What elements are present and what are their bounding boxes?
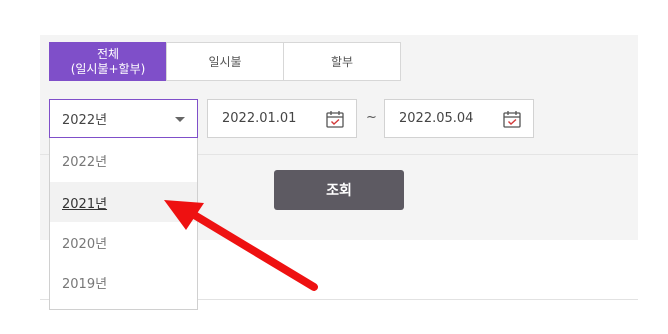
tab-all[interactable]: 전체 (일시불+할부) <box>49 42 167 81</box>
year-option-2019[interactable]: 2019년 <box>50 262 197 302</box>
tab-lump-sum[interactable]: 일시불 <box>166 42 284 81</box>
year-option-2022[interactable]: 2022년 <box>50 138 197 182</box>
date-to-field[interactable]: 2022.05.04 <box>384 99 534 138</box>
tab-installment[interactable]: 할부 <box>283 42 401 81</box>
year-option-label: 2021년 <box>62 196 108 212</box>
year-select-value: 2022년 <box>62 113 108 128</box>
calendar-icon[interactable] <box>502 109 522 129</box>
date-to-value: 2022.05.04 <box>399 111 474 126</box>
year-option-label: 2019년 <box>62 276 108 292</box>
year-option-label: 2022년 <box>62 154 108 170</box>
tab-all-label: 전체 (일시불+할부) <box>70 46 146 76</box>
date-from-field[interactable]: 2022.01.01 <box>207 99 357 138</box>
year-option-2020[interactable]: 2020년 <box>50 222 197 262</box>
year-dropdown-list: 2022년 2021년 2020년 2019년 <box>49 138 198 310</box>
calendar-icon[interactable] <box>325 109 345 129</box>
tab-installment-label: 할부 <box>330 55 354 69</box>
year-option-2021[interactable]: 2021년 <box>50 182 197 222</box>
payment-type-tabs: 전체 (일시불+할부) 일시불 할부 <box>49 42 401 81</box>
year-select[interactable]: 2022년 <box>49 99 198 138</box>
tab-lump-sum-label: 일시불 <box>208 55 242 69</box>
search-button-label: 조회 <box>326 183 352 199</box>
chevron-down-icon <box>175 117 185 122</box>
search-button[interactable]: 조회 <box>274 170 404 210</box>
date-range-separator: ~ <box>366 110 377 125</box>
date-from-value: 2022.01.01 <box>222 111 297 126</box>
year-option-label: 2020년 <box>62 236 108 252</box>
